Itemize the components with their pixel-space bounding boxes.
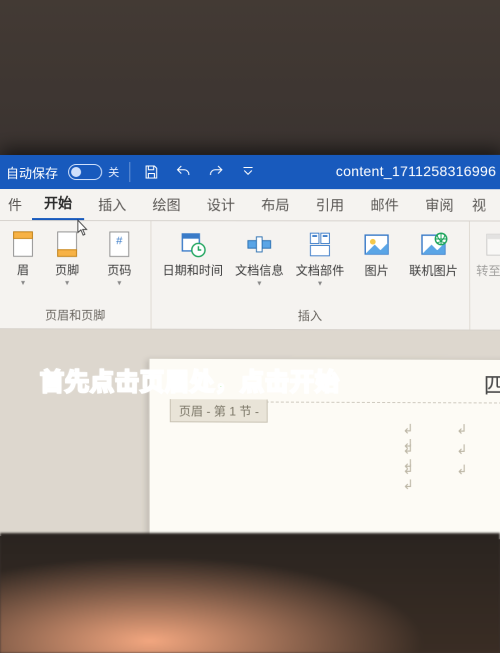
redo-icon bbox=[207, 163, 225, 181]
save-icon bbox=[142, 163, 160, 181]
footer-label: 页脚 bbox=[55, 263, 79, 277]
chevron-down-icon: ▾ bbox=[65, 278, 69, 287]
corner-text: 四 bbox=[484, 368, 500, 400]
titlebar: 自动保存 关 content_1711258316996 bbox=[0, 155, 500, 189]
chevron-down-icon: ▾ bbox=[318, 279, 322, 288]
chevron-down-icon bbox=[239, 163, 257, 181]
undo-button[interactable] bbox=[173, 161, 195, 183]
group-label-header-footer: 页眉和页脚 bbox=[45, 304, 105, 326]
online-picture-button[interactable]: 联机图片 bbox=[406, 225, 461, 278]
paragraph-marks: ↲↲↲ bbox=[403, 463, 500, 494]
picture-label: 图片 bbox=[364, 264, 388, 278]
header-label: 眉 bbox=[17, 263, 29, 277]
mouse-cursor bbox=[76, 219, 90, 237]
tab-draw[interactable]: 绘图 bbox=[140, 189, 192, 220]
document-title: content_1711258316996 bbox=[336, 163, 496, 179]
ribbon: 眉 ▾ 页脚 ▾ # 页码 ▾ 页眉和页脚 bbox=[0, 221, 500, 331]
page-number-icon: # bbox=[102, 227, 136, 261]
tab-home[interactable]: 开始 bbox=[32, 187, 84, 220]
tab-design[interactable]: 设计 bbox=[195, 189, 247, 220]
header-button[interactable]: 眉 ▾ bbox=[8, 225, 38, 287]
header-icon bbox=[6, 227, 40, 261]
tab-mailings[interactable]: 邮件 bbox=[358, 189, 411, 220]
docinfo-button[interactable]: 文档信息 ▾ bbox=[232, 225, 287, 287]
group-insert: 日期和时间 文档信息 ▾ 文档部件 ▾ bbox=[151, 221, 470, 329]
autosave-label: 自动保存 bbox=[6, 162, 58, 181]
save-button[interactable] bbox=[140, 161, 162, 183]
page-number-button[interactable]: # 页码 ▾ bbox=[96, 225, 142, 287]
group-navigation: 转至页 bbox=[470, 221, 500, 329]
chevron-down-icon: ▾ bbox=[257, 279, 261, 288]
autosave-state: 关 bbox=[108, 164, 119, 180]
goto-icon bbox=[477, 228, 500, 262]
document-canvas[interactable]: 四 页眉 - 第 1 节 - ↲↲↲ ↲↲↲ ↲↲↲ bbox=[0, 329, 500, 538]
group-label-insert: 插入 bbox=[298, 305, 322, 327]
tab-view[interactable]: 视 bbox=[468, 189, 495, 220]
docparts-icon bbox=[303, 227, 337, 261]
online-picture-icon bbox=[416, 227, 451, 261]
goto-label: 转至页 bbox=[476, 264, 500, 278]
tab-insert[interactable]: 插入 bbox=[86, 189, 138, 220]
docinfo-icon bbox=[242, 227, 276, 261]
tab-review[interactable]: 审阅 bbox=[413, 189, 466, 220]
autosave-toggle[interactable] bbox=[68, 164, 102, 180]
chevron-down-icon: ▾ bbox=[117, 278, 121, 287]
picture-icon bbox=[359, 227, 394, 261]
header-section-tab[interactable]: 页眉 - 第 1 节 - bbox=[170, 399, 268, 423]
page-number-label: 页码 bbox=[107, 263, 131, 277]
docparts-label: 文档部件 bbox=[296, 264, 345, 278]
ribbon-tabs: 件 开始 插入 绘图 设计 布局 引用 邮件 审阅 视 bbox=[0, 189, 500, 222]
chevron-down-icon: ▾ bbox=[21, 278, 25, 287]
calendar-clock-icon bbox=[176, 227, 210, 261]
redo-button[interactable] bbox=[205, 161, 227, 183]
docparts-button[interactable]: 文档部件 ▾ bbox=[293, 225, 348, 288]
tab-layout[interactable]: 布局 bbox=[249, 189, 302, 220]
tab-file[interactable]: 件 bbox=[4, 189, 30, 220]
picture-button[interactable]: 图片 bbox=[353, 225, 400, 277]
svg-text:#: # bbox=[116, 235, 123, 247]
goto-button[interactable]: 转至页 bbox=[471, 226, 500, 279]
instruction-caption: 首先点击页眉处，点击开始 bbox=[40, 362, 340, 397]
undo-icon bbox=[175, 163, 193, 181]
online-picture-label: 联机图片 bbox=[409, 264, 458, 278]
datetime-button[interactable]: 日期和时间 bbox=[159, 225, 226, 277]
docinfo-label: 文档信息 bbox=[235, 263, 284, 277]
datetime-label: 日期和时间 bbox=[163, 263, 223, 277]
foreground-desk bbox=[0, 533, 500, 653]
qat-dropdown[interactable] bbox=[237, 161, 259, 183]
screen-area: 自动保存 关 content_1711258316996 件 开始 插入 绘图 … bbox=[0, 155, 500, 539]
divider bbox=[129, 162, 130, 182]
tab-references[interactable]: 引用 bbox=[304, 189, 357, 220]
